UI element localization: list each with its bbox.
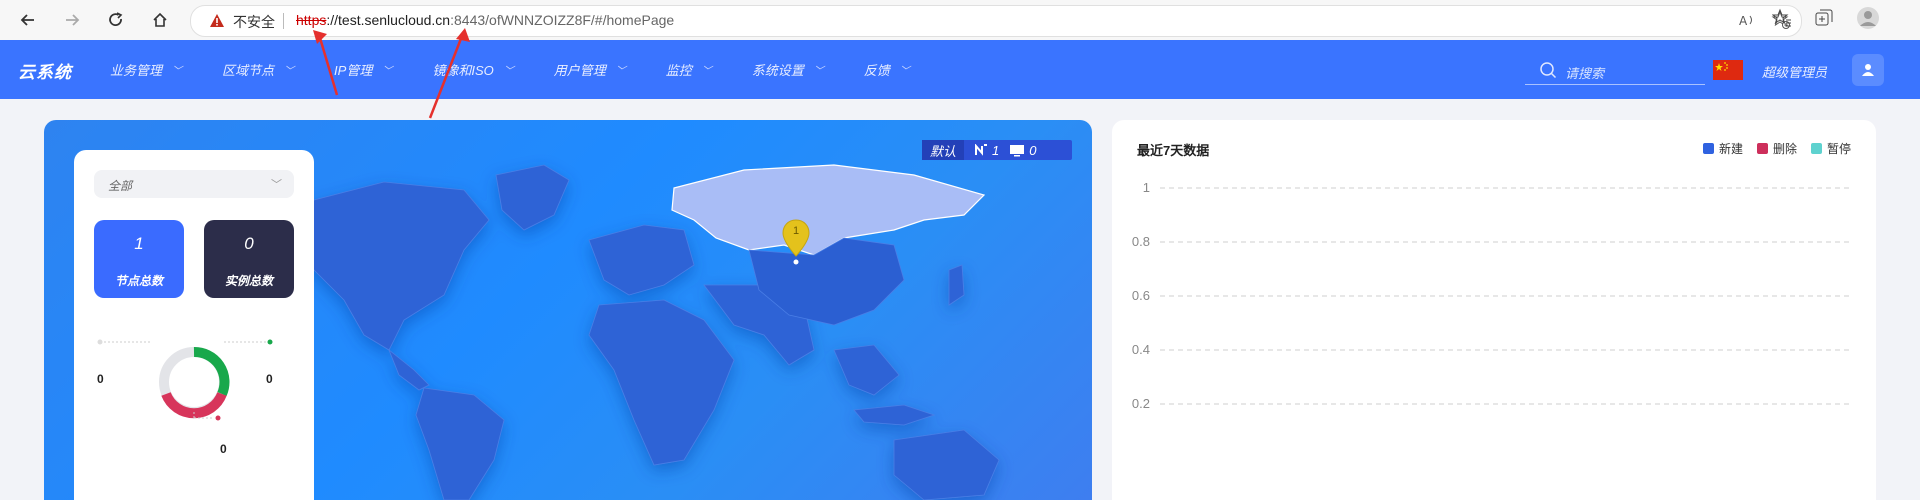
address-bar[interactable]: 不安全 https://test.senlucloud.cn:8443/ofWN… <box>190 5 1802 37</box>
svg-text:A: A <box>1739 14 1748 28</box>
menu-label: 区域节点 <box>222 63 275 78</box>
region-select[interactable]: 全部 ﹀ <box>94 170 294 198</box>
menu-region-nodes[interactable]: 区域节点 ﹀ <box>222 40 294 99</box>
chevron-down-icon: ﹀ <box>615 66 626 77</box>
highlight-region[interactable] <box>671 164 986 256</box>
search-icon <box>1540 62 1557 79</box>
line-chart: 1 0.8 0.6 0.4 0.2 <box>1132 180 1852 411</box>
node-count-value: 1 <box>992 142 1000 158</box>
menu-label: IP管理 <box>334 63 373 78</box>
node-total-value: 1 <box>134 234 144 253</box>
menu-label: 反馈 <box>863 63 890 78</box>
donut-green-value: 0 <box>266 372 273 386</box>
menu-users[interactable]: 用户管理 ﹀ <box>554 40 626 99</box>
url-path: :8443/ofWNNZOIZZ8F/#/homePage <box>450 12 675 28</box>
y-tick-label: 1 <box>1143 180 1150 195</box>
menu-settings[interactable]: 系统设置 ﹀ <box>752 40 824 99</box>
menu-business[interactable]: 业务管理 ﹀ <box>110 40 182 99</box>
app-logo[interactable]: 云系统 <box>18 58 72 83</box>
search-input[interactable]: 请搜索 <box>1525 58 1705 85</box>
y-tick-label: 0.2 <box>1132 396 1150 411</box>
instance-count: 0 <box>1009 143 1036 158</box>
search-placeholder: 请搜索 <box>1565 66 1605 81</box>
menu-ip[interactable]: IP管理 ﹀ <box>334 40 392 99</box>
browser-toolbar: 不安全 https://test.senlucloud.cn:8443/ofWN… <box>0 0 1920 41</box>
url-text[interactable]: https://test.senlucloud.cn:8443/ofWNNZOI… <box>296 12 674 28</box>
chevron-down-icon: ﹀ <box>382 66 393 77</box>
chevron-down-icon: ﹀ <box>271 179 282 191</box>
menu-label: 镜像和ISO <box>432 63 494 78</box>
favorites-icon[interactable] <box>1771 8 1792 33</box>
stats-card: 全部 ﹀ 1 节点总数 0 实例总数 0 0 0 <box>74 150 314 500</box>
insecure-label: 不安全 <box>233 14 275 30</box>
node-count: 1 <box>974 143 999 158</box>
china-flag-icon[interactable] <box>1713 60 1743 80</box>
donut-grey-value: 0 <box>97 372 104 386</box>
url-host: ://test.senlucloud.cn <box>326 12 451 28</box>
menu-monitor[interactable]: 监控 ﹀ <box>666 40 712 99</box>
menu-label: 系统设置 <box>751 63 804 78</box>
menu-feedback[interactable]: 反馈 ﹀ <box>864 40 910 99</box>
address-divider <box>283 13 284 29</box>
chevron-down-icon: ﹀ <box>899 66 910 77</box>
user-avatar-icon[interactable] <box>1852 54 1884 86</box>
instance-count-value: 0 <box>1029 142 1037 158</box>
node-total-label: 节点总数 <box>114 274 163 288</box>
main-menu: 业务管理 ﹀ 区域节点 ﹀ IP管理 ﹀ 镜像和ISO ﹀ 用户管理 ﹀ 监控 ﹀ 系统设置… <box>110 40 950 99</box>
app-header: 云系统 业务管理 ﹀ 区域节点 ﹀ IP管理 ﹀ 镜像和ISO ﹀ 用户管理 ﹀ 监控 ﹀ … <box>0 40 1920 99</box>
chevron-down-icon: ﹀ <box>701 66 712 77</box>
chevron-down-icon: ﹀ <box>172 66 183 77</box>
node-total-card[interactable]: 1 节点总数 <box>94 220 184 298</box>
y-tick-label: 0.8 <box>1132 234 1150 249</box>
donut-red-value: 0 <box>220 442 227 456</box>
chevron-down-icon: ﹀ <box>813 66 824 77</box>
map-legend-badge[interactable]: 默认 1 0 <box>922 140 1072 160</box>
pin-value: 1 <box>793 225 800 237</box>
menu-label: 用户管理 <box>553 63 606 78</box>
monitor-icon <box>1010 144 1025 156</box>
instance-total-card[interactable]: 0 实例总数 <box>204 220 294 298</box>
home-icon[interactable] <box>146 6 174 34</box>
admin-username[interactable]: 超级管理员 <box>1762 62 1827 81</box>
instance-total-value: 0 <box>244 234 254 253</box>
chevron-down-icon: ﹀ <box>503 66 514 77</box>
status-donut-chart <box>97 339 273 421</box>
badge-label: 默认 <box>922 140 965 160</box>
url-scheme: https <box>296 12 327 28</box>
reload-icon[interactable] <box>102 6 130 34</box>
y-tick-label: 0.4 <box>1132 342 1150 357</box>
menu-label: 监控 <box>665 63 692 78</box>
forward-icon[interactable] <box>58 6 86 34</box>
menu-images-iso[interactable]: 镜像和ISO ﹀ <box>432 40 513 99</box>
chevron-down-icon: ﹀ <box>284 66 295 77</box>
instance-total-label: 实例总数 <box>224 274 273 288</box>
read-aloud-icon[interactable]: A <box>1737 10 1757 35</box>
node-icon <box>975 144 988 156</box>
profile-avatar-icon[interactable] <box>1856 6 1880 35</box>
warning-icon <box>210 14 224 27</box>
menu-label: 业务管理 <box>110 63 163 78</box>
y-tick-label: 0.6 <box>1132 288 1150 303</box>
back-icon[interactable] <box>14 6 42 34</box>
collections-icon[interactable] <box>1814 8 1834 33</box>
chart-panel: 最近7天数据 新建 删除 暂停 1 0.8 0.6 0.4 0.2 <box>1112 120 1876 500</box>
region-select-value: 全部 <box>108 179 133 193</box>
